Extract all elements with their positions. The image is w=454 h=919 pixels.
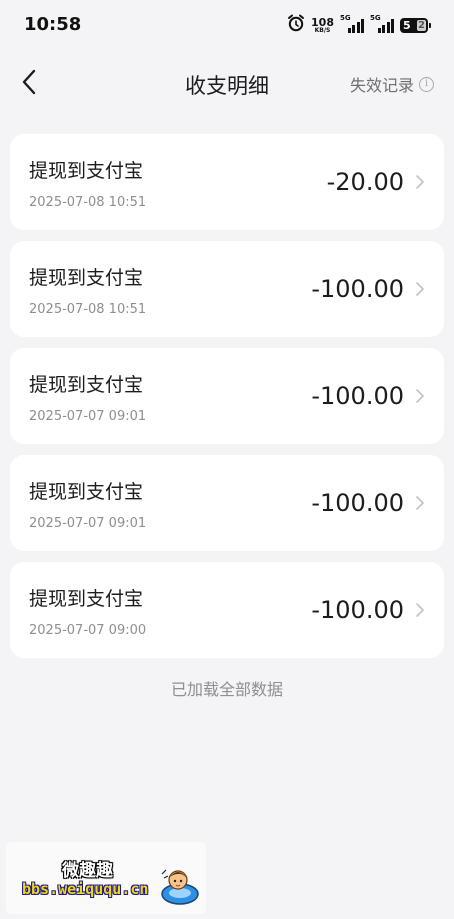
all-loaded-note: 已加载全部数据 xyxy=(170,680,283,699)
chevron-right-icon xyxy=(416,389,424,403)
transaction-amount: -100.00 xyxy=(311,489,404,517)
transaction-time: 2025-07-07 09:01 xyxy=(29,409,147,424)
transaction-amount: -100.00 xyxy=(311,596,404,624)
invalid-records-label: 失效记录 xyxy=(349,76,414,95)
transaction-time: 2025-07-08 10:51 xyxy=(29,302,147,317)
signal-icon: 5G xyxy=(340,14,364,34)
transaction-card[interactable]: 提现到支付宝 2025-07-08 10:51 -100.00 xyxy=(10,241,444,337)
status-icons: 108 KB/S 5G 5G 52 xyxy=(287,14,431,36)
watermark-url: bbs.weiququ.cn xyxy=(22,880,149,898)
chevron-right-icon xyxy=(416,496,424,510)
transaction-time: 2025-07-08 10:51 xyxy=(29,195,147,210)
mascot-icon xyxy=(161,869,199,905)
transaction-card[interactable]: 提现到支付宝 2025-07-07 09:01 -100.00 xyxy=(10,455,444,551)
transaction-card[interactable]: 提现到支付宝 2025-07-07 09:00 -100.00 xyxy=(10,562,444,658)
transaction-list: 提现到支付宝 2025-07-08 10:51 -20.00 提现到支付宝 20… xyxy=(10,134,444,669)
network-speed: 108 KB/S xyxy=(311,17,334,34)
alarm-icon xyxy=(287,14,305,36)
transaction-card[interactable]: 提现到支付宝 2025-07-08 10:51 -20.00 xyxy=(10,134,444,230)
transaction-time: 2025-07-07 09:00 xyxy=(29,623,147,638)
transaction-amount: -20.00 xyxy=(326,168,404,196)
network-speed-value: 108 xyxy=(311,15,334,29)
transaction-title: 提现到支付宝 xyxy=(29,160,144,182)
info-icon[interactable]: i xyxy=(419,76,434,92)
transaction-title: 提现到支付宝 xyxy=(29,267,144,289)
chevron-right-icon xyxy=(416,282,424,296)
invalid-records-link[interactable]: 失效记录 i xyxy=(350,72,434,96)
transaction-amount: -100.00 xyxy=(311,382,404,410)
transaction-title: 提现到支付宝 xyxy=(29,588,144,610)
transaction-title: 提现到支付宝 xyxy=(29,481,144,503)
nav-bar: 收支明细 失效记录 i xyxy=(0,50,454,116)
chevron-right-icon xyxy=(416,175,424,189)
battery-level-tens: 5 xyxy=(403,18,411,32)
status-bar: 10:58 108 KB/S 5G 5G 52 xyxy=(0,0,454,50)
transaction-title: 提现到支付宝 xyxy=(29,374,144,396)
battery-icon: 52 xyxy=(400,17,431,33)
watermark: 微趣趣 bbs.weiququ.cn xyxy=(6,842,206,914)
battery-level-ones: 2 xyxy=(417,19,426,31)
transaction-time: 2025-07-07 09:01 xyxy=(29,516,147,531)
signal-icon: 5G xyxy=(370,14,394,34)
transaction-card[interactable]: 提现到支付宝 2025-07-07 09:01 -100.00 xyxy=(10,348,444,444)
chevron-right-icon xyxy=(416,603,424,617)
network-speed-unit: KB/S xyxy=(314,26,331,34)
watermark-title: 微趣趣 xyxy=(62,861,113,881)
status-time: 10:58 xyxy=(24,14,82,35)
transaction-amount: -100.00 xyxy=(311,275,404,303)
